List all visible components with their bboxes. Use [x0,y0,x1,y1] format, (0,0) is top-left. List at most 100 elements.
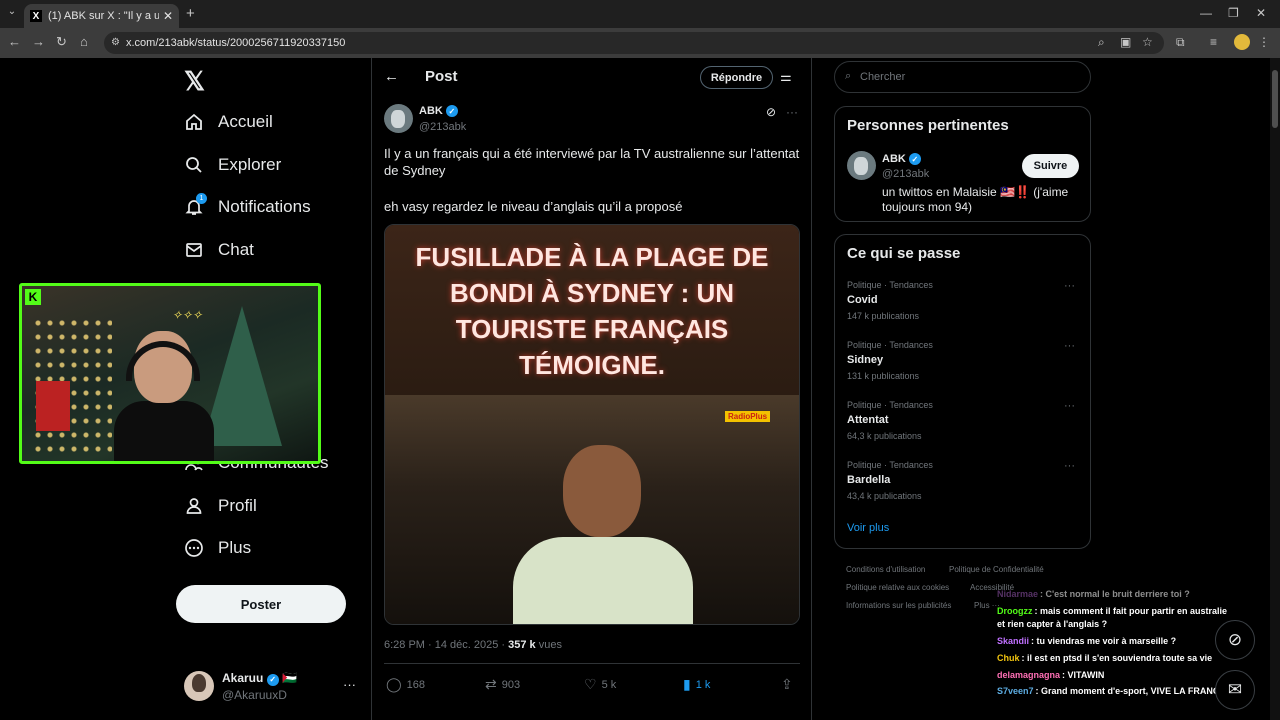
trend-count: 147 k publications [847,311,920,321]
x-logo-icon[interactable]: 𝕏 [184,66,205,97]
post-button[interactable]: Poster [176,585,346,623]
close-window-icon[interactable]: ✕ [1256,6,1266,20]
grok-icon[interactable]: ⊘ [766,105,776,119]
footer-link[interactable]: Conditions d'utilisation [846,565,925,574]
account-more-icon[interactable]: ··· [343,677,356,692]
post-text-line2: eh vasy regardez le niveau d’anglais qu’… [384,199,683,214]
scrollbar-thumb[interactable] [1272,70,1278,128]
christmas-tree [202,306,282,446]
back-arrow-icon[interactable]: ← [384,68,399,85]
nav-explore[interactable]: Explorer [184,150,281,180]
chat-text: : Grand moment d'e-sport, VIVE LA FRANCE [1035,686,1226,696]
follow-button[interactable]: Suivre [1022,154,1079,178]
bookmark-count: 1 k [695,678,711,691]
author-name[interactable]: ABK ✓ [419,105,458,117]
trend-item[interactable]: Politique · Tendances Covid 147 k public… [847,280,1079,321]
close-tab-icon[interactable]: ✕ [163,9,173,23]
reply-button[interactable]: Répondre [700,66,773,89]
trend-item[interactable]: Politique · Tendances Sidney 131 k publi… [847,340,1079,381]
chat-user: Nidarmae [997,589,1039,599]
like-count: 5 k [601,678,617,691]
grok-icon: ⊘ [1227,630,1243,649]
page-scrollbar[interactable] [1270,58,1280,720]
grok-fab-button[interactable]: ⊘ [1215,620,1255,660]
nav-more[interactable]: Plus [184,533,251,563]
messages-fab-button[interactable]: ✉ [1215,670,1255,710]
trend-name: Covid [847,294,878,306]
trend-item[interactable]: Politique · Tendances Bardella 43,4 k pu… [847,460,1079,501]
nav-notifications[interactable]: 1 Notifications [184,192,311,222]
column-divider-right [811,58,812,720]
footer-link[interactable]: Politique de Confidentialité [949,565,1044,574]
post-more-icon[interactable]: ··· [786,105,798,119]
reply-action[interactable]: ◯ 168 [386,676,425,693]
nav-profile-label: Profil [218,496,257,515]
account-name[interactable]: Akaruu ✓ 🇵🇸 [222,671,297,686]
maximize-icon[interactable]: ❐ [1228,6,1239,20]
post-meta: 6:28 PM · 14 déc. 2025 · 357 k vues [384,639,562,651]
bookmark-star-icon[interactable]: ☆ [1142,35,1153,49]
repost-action[interactable]: ⇄ 903 [485,676,520,693]
chat-message: S7veen7: Grand moment d'e-sport, VIVE LA… [997,686,1225,696]
filter-sliders-icon[interactable]: ⚌ [780,69,792,85]
relevant-people-card: Personnes pertinentes ABK ✓ @213abk un tw… [834,106,1091,222]
repost-count: 903 [501,678,521,691]
browser-tab-bar: ⌄ X (1) ABK sur X : "Il y a un fra... ✕ … [0,0,1280,28]
media-control-icon[interactable]: ≡ [1210,35,1217,49]
browser-tab[interactable]: X (1) ABK sur X : "Il y a un fra... ✕ [24,4,179,28]
caption-line: TÉMOIGNE. [519,350,665,380]
browser-profile-avatar[interactable] [1234,34,1250,50]
search-input[interactable]: ⌕ Chercher [834,61,1091,93]
page-title: Post [425,68,458,85]
share-action[interactable]: ⇪ [781,676,793,693]
chat-message: Chuk: il est en ptsd il s'en souviendra … [997,653,1212,663]
forward-icon[interactable]: → [32,34,45,49]
reload-icon[interactable]: ↻ [56,34,67,50]
trend-item[interactable]: Politique · Tendances Attentat 64,3 k pu… [847,400,1079,441]
verified-badge-icon: ✓ [908,153,921,165]
footer-link[interactable]: Informations sur les publicités [846,601,951,610]
cast-icon[interactable]: ▣ [1120,35,1131,49]
chat-user: Skandii [997,636,1030,646]
tab-list-icon[interactable]: ⌄ [4,6,20,22]
author-handle[interactable]: @213abk [419,121,466,133]
bookmark-action[interactable]: ▮ 1 k [683,676,710,693]
relevant-person-name[interactable]: ABK ✓ [882,153,921,165]
footer-link[interactable]: Plus ··· [974,601,1000,610]
trend-category: Politique · Tendances [847,340,933,350]
video-caption: FUSILLADE À LA PLAGE DE BONDI À SYDNEY :… [385,239,799,383]
home-browser-icon[interactable]: ⌂ [80,34,88,49]
trend-more-icon[interactable]: ··· [1064,340,1075,352]
trend-name: Attentat [847,414,889,426]
nav-home[interactable]: Accueil [184,107,273,137]
verified-badge-icon: ✓ [266,673,279,686]
trend-more-icon[interactable]: ··· [1064,280,1075,292]
extensions-icon[interactable]: ⧉ [1176,35,1185,50]
author-avatar[interactable] [384,104,413,133]
post-video[interactable]: FUSILLADE À LA PLAGE DE BONDI À SYDNEY :… [384,224,800,625]
nav-home-label: Accueil [218,112,273,131]
nav-chat-label: Chat [218,240,254,259]
heart-icon: ♡ [584,676,597,692]
trend-more-icon[interactable]: ··· [1064,400,1075,412]
back-icon[interactable]: ← [8,34,21,49]
trends-title: Ce qui se passe [847,245,961,262]
see-more-link[interactable]: Voir plus [847,522,889,534]
site-info-icon[interactable]: ⚙ [111,37,120,48]
like-action[interactable]: ♡ 5 k [584,676,616,693]
author-name-text: ABK [419,105,443,117]
trend-more-icon[interactable]: ··· [1064,460,1075,472]
url-field[interactable]: ⚙ x.com/213abk/status/200025671192033715… [104,32,1164,54]
account-avatar[interactable] [184,671,214,701]
browser-menu-icon[interactable]: ⋮ [1258,35,1270,49]
post-timestamp[interactable]: 6:28 PM · 14 déc. 2025 · [384,639,508,651]
zoom-icon[interactable]: ⌕ [1098,35,1105,50]
minimize-icon[interactable]: — [1200,6,1212,20]
search-placeholder: Chercher [860,71,906,83]
nav-profile[interactable]: Profil [184,491,257,521]
new-tab-icon[interactable]: + [186,5,195,22]
home-icon [184,112,204,132]
relevant-person-avatar[interactable] [847,151,876,180]
nav-chat[interactable]: Chat [184,235,254,265]
footer-link[interactable]: Politique relative aux cookies [846,583,949,592]
